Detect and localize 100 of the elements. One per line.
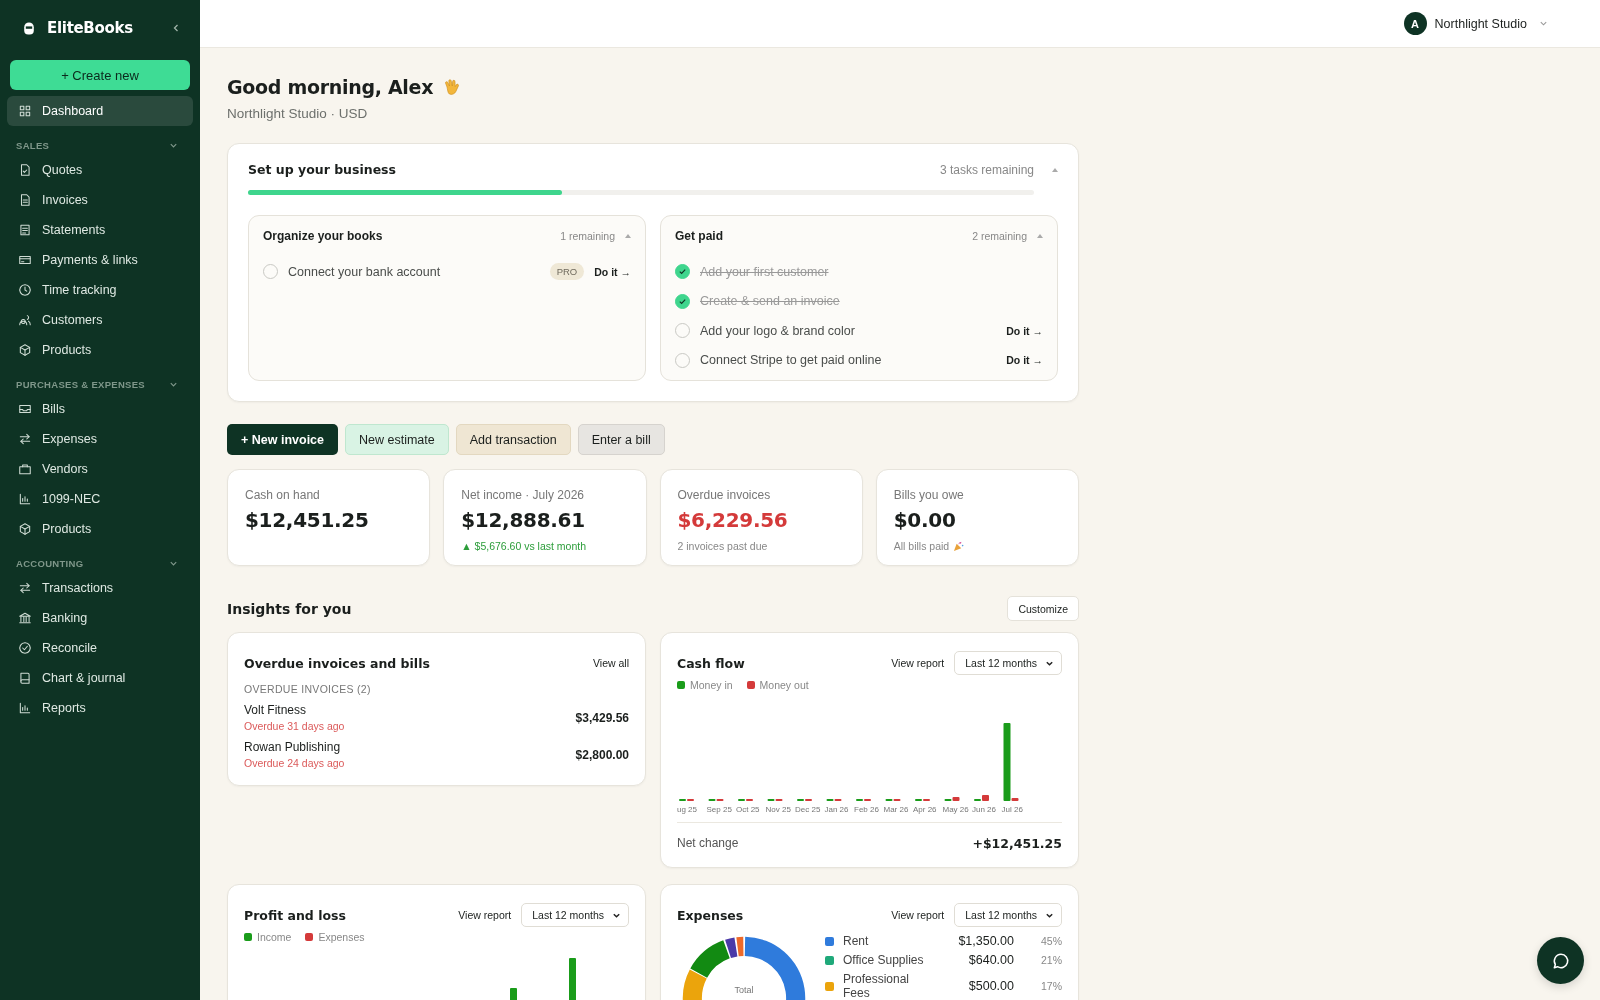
- group-remaining: 1 remaining: [560, 230, 615, 242]
- section-heading: PURCHASES & EXPENSES: [16, 379, 145, 390]
- nav-item[interactable]: Customers: [7, 305, 193, 335]
- legend-label: Rent: [843, 934, 870, 948]
- account-menu[interactable]: A Northlight Studio: [1403, 12, 1548, 35]
- caret-icon[interactable]: [1037, 233, 1043, 239]
- nav-item[interactable]: Transactions: [7, 573, 193, 603]
- pro-badge: PRO: [549, 263, 585, 281]
- cube-icon: [18, 522, 32, 536]
- stat-value: $0.00: [893, 508, 957, 532]
- check-icon: [678, 296, 687, 306]
- axis-label: Mar 26: [883, 805, 910, 814]
- greeting-subtitle: Northlight Studio · USD: [227, 106, 369, 121]
- nav-item[interactable]: Quotes: [7, 155, 193, 185]
- collapse-icon[interactable]: [171, 23, 181, 33]
- task-checkbox[interactable]: [675, 293, 690, 309]
- nav-item[interactable]: Reports: [7, 693, 193, 723]
- quick-action-button[interactable]: Add transaction: [455, 424, 571, 455]
- group-remaining: 2 remaining: [972, 230, 1027, 242]
- bar-chart-icon: [18, 492, 32, 506]
- avatar: A: [1403, 12, 1427, 35]
- nav-item[interactable]: Dashboard: [7, 96, 193, 126]
- task-label: Connect Stripe to get paid online: [700, 353, 883, 368]
- stat-value: $6,229.56: [677, 508, 789, 532]
- legend-label: Income: [257, 931, 292, 943]
- period-select[interactable]: Last 12 months: [521, 903, 629, 927]
- view-report-link[interactable]: View report: [458, 909, 512, 921]
- do-it-link[interactable]: Do it →: [1006, 324, 1043, 337]
- quick-action-button[interactable]: Enter a bill: [577, 424, 665, 455]
- view-all-link[interactable]: View all: [593, 657, 629, 669]
- customer-name[interactable]: Volt Fitness: [244, 703, 345, 717]
- book-icon: [18, 671, 32, 685]
- chevron-icon[interactable]: [169, 559, 178, 568]
- period-select[interactable]: Last 12 months: [954, 903, 1062, 927]
- axis-label: Oct 25: [736, 805, 761, 814]
- task-checkbox[interactable]: [675, 264, 690, 280]
- card-icon: [18, 253, 32, 267]
- nav-item[interactable]: Products: [7, 335, 193, 365]
- nav-item[interactable]: Expenses: [7, 424, 193, 454]
- tray-icon: [18, 402, 32, 416]
- clock-icon: [18, 283, 32, 297]
- create-new-button[interactable]: + Create new: [10, 60, 190, 90]
- stat-note: ▲ $5,676.60 vs last month: [461, 540, 587, 552]
- nav-item[interactable]: Bills: [7, 394, 193, 424]
- stat-label: Cash on hand: [245, 488, 321, 502]
- nav-item[interactable]: Products: [7, 514, 193, 544]
- task-label: Connect your bank account: [288, 264, 442, 279]
- customize-button[interactable]: Customize: [1007, 596, 1079, 621]
- arrows-icon: [18, 581, 32, 595]
- nav-item[interactable]: Vendors: [7, 454, 193, 484]
- task-label: Add your logo & brand color: [700, 323, 856, 338]
- chevron-icon[interactable]: [169, 141, 178, 150]
- cube-icon: [18, 343, 32, 357]
- nav-item[interactable]: Chart & journal: [7, 663, 193, 693]
- legend-label: Expenses: [318, 931, 365, 943]
- nav-item[interactable]: 1099-NEC: [7, 484, 193, 514]
- overdue-status: Overdue 24 days ago: [244, 757, 345, 769]
- legend-amount: $640.00: [967, 953, 1014, 967]
- axis-label: Jun 26: [972, 805, 998, 814]
- card-title: Cash flow: [677, 655, 745, 671]
- stat-note: All bills paid: [893, 540, 950, 552]
- tasks-remaining: 3 tasks remaining: [939, 162, 1034, 177]
- period-select[interactable]: Last 12 months: [954, 651, 1062, 675]
- axis-label: Sep 25: [706, 805, 733, 814]
- overdue-status: Overdue 31 days ago: [244, 720, 345, 732]
- chat-button[interactable]: [1537, 937, 1584, 984]
- quick-action-button[interactable]: New estimate: [345, 424, 449, 455]
- nav-item[interactable]: Invoices: [7, 185, 193, 215]
- nav-item[interactable]: Reconcile: [7, 633, 193, 663]
- view-report-link[interactable]: View report: [891, 657, 945, 669]
- list-heading: OVERDUE INVOICES (2): [244, 683, 372, 695]
- chevron-icon[interactable]: [169, 380, 178, 389]
- stat-label: Net income · July 2026: [461, 488, 585, 502]
- caret-icon[interactable]: [625, 233, 631, 239]
- amount: $3,429.56: [575, 710, 629, 725]
- group-title: Organize your books: [263, 229, 384, 243]
- customer-name[interactable]: Rowan Publishing: [244, 740, 345, 754]
- legend-label: Money out: [759, 679, 809, 691]
- axis-label: Jul 26: [1001, 805, 1024, 814]
- nav-item[interactable]: Statements: [7, 215, 193, 245]
- card-title: Overdue invoices and bills: [244, 655, 430, 671]
- stat-label: Overdue invoices: [677, 488, 772, 502]
- chevron-icon: [1539, 19, 1548, 28]
- bar-chart-icon: [18, 701, 32, 715]
- app-name: EliteBooks: [47, 19, 134, 37]
- do-it-link[interactable]: Do it →: [1006, 354, 1043, 367]
- task-label: Add your first customer: [700, 264, 830, 279]
- new-invoice-button[interactable]: + New invoice: [227, 424, 339, 455]
- bar: [510, 988, 517, 1000]
- nav-item[interactable]: Time tracking: [7, 275, 193, 305]
- caret-icon[interactable]: [1052, 166, 1058, 173]
- nav-item[interactable]: Payments & links: [7, 245, 193, 275]
- view-report-link[interactable]: View report: [891, 909, 945, 921]
- axis-label: Apr 26: [913, 805, 938, 814]
- legend-share: 17%: [1040, 980, 1062, 992]
- nav-item[interactable]: Banking: [7, 603, 193, 633]
- stat-label: Bills you owe: [893, 488, 965, 502]
- stat-value: $12,451.25: [245, 508, 370, 532]
- do-it-link[interactable]: Do it →: [594, 265, 631, 278]
- greeting-title: Good morning, Alex: [227, 76, 434, 98]
